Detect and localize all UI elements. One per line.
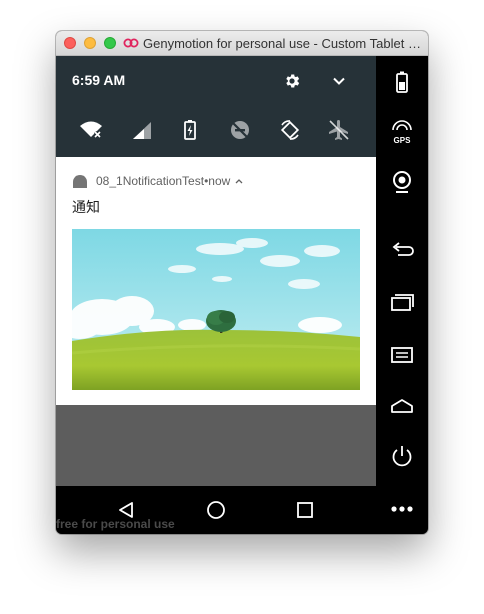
- genymotion-logo-icon: [123, 38, 139, 48]
- window-title: Genymotion for personal use - Custom Tab…: [143, 36, 425, 51]
- notification-title: 通知: [72, 199, 100, 215]
- nav-recents-icon[interactable]: [294, 499, 316, 521]
- notification-time: now: [208, 174, 231, 188]
- notification-header: 08_1NotificationTest • now: [72, 173, 244, 189]
- title-bar[interactable]: Genymotion for personal use - Custom Tab…: [56, 31, 428, 56]
- webcam-icon[interactable]: [388, 168, 416, 196]
- menu-icon[interactable]: [388, 340, 416, 368]
- home-icon[interactable]: [388, 392, 416, 420]
- landscape-tree-picture: [72, 229, 360, 390]
- window-close-button[interactable]: [64, 37, 76, 49]
- android-app-icon: [73, 175, 87, 188]
- battery-icon[interactable]: [388, 68, 416, 96]
- genymotion-toolbar: GPS: [376, 56, 428, 534]
- wifi-off-icon[interactable]: [79, 118, 103, 142]
- notification-app-name: 08_1NotificationTest: [96, 174, 205, 188]
- expand-chevron-icon[interactable]: [332, 74, 346, 88]
- collapse-caret-icon[interactable]: [234, 177, 244, 185]
- android-screen: 6:59 AM 08_1NotificationTest • now 通知 fr…: [56, 56, 376, 534]
- nav-home-icon[interactable]: [205, 499, 227, 521]
- battery-charging-icon[interactable]: [178, 118, 202, 142]
- gps-label: GPS: [393, 136, 411, 145]
- power-icon[interactable]: [388, 442, 416, 470]
- window-maximize-button[interactable]: [104, 37, 116, 49]
- notification-shade-header: 6:59 AM: [56, 56, 376, 157]
- back-icon[interactable]: [388, 236, 416, 264]
- more-icon[interactable]: [388, 495, 416, 523]
- airplane-mode-icon[interactable]: [327, 118, 351, 142]
- window-minimize-button[interactable]: [84, 37, 96, 49]
- do-not-disturb-icon[interactable]: [228, 118, 252, 142]
- clock: 6:59 AM: [72, 72, 126, 88]
- auto-rotate-icon[interactable]: [278, 118, 302, 142]
- recent-apps-icon[interactable]: [388, 288, 416, 316]
- watermark-text: free for personal use: [56, 517, 175, 531]
- settings-gear-icon[interactable]: [283, 72, 301, 90]
- signal-icon[interactable]: [130, 118, 154, 142]
- emulator-window: Genymotion for personal use - Custom Tab…: [56, 31, 428, 534]
- notification-card[interactable]: 08_1NotificationTest • now 通知: [56, 157, 376, 405]
